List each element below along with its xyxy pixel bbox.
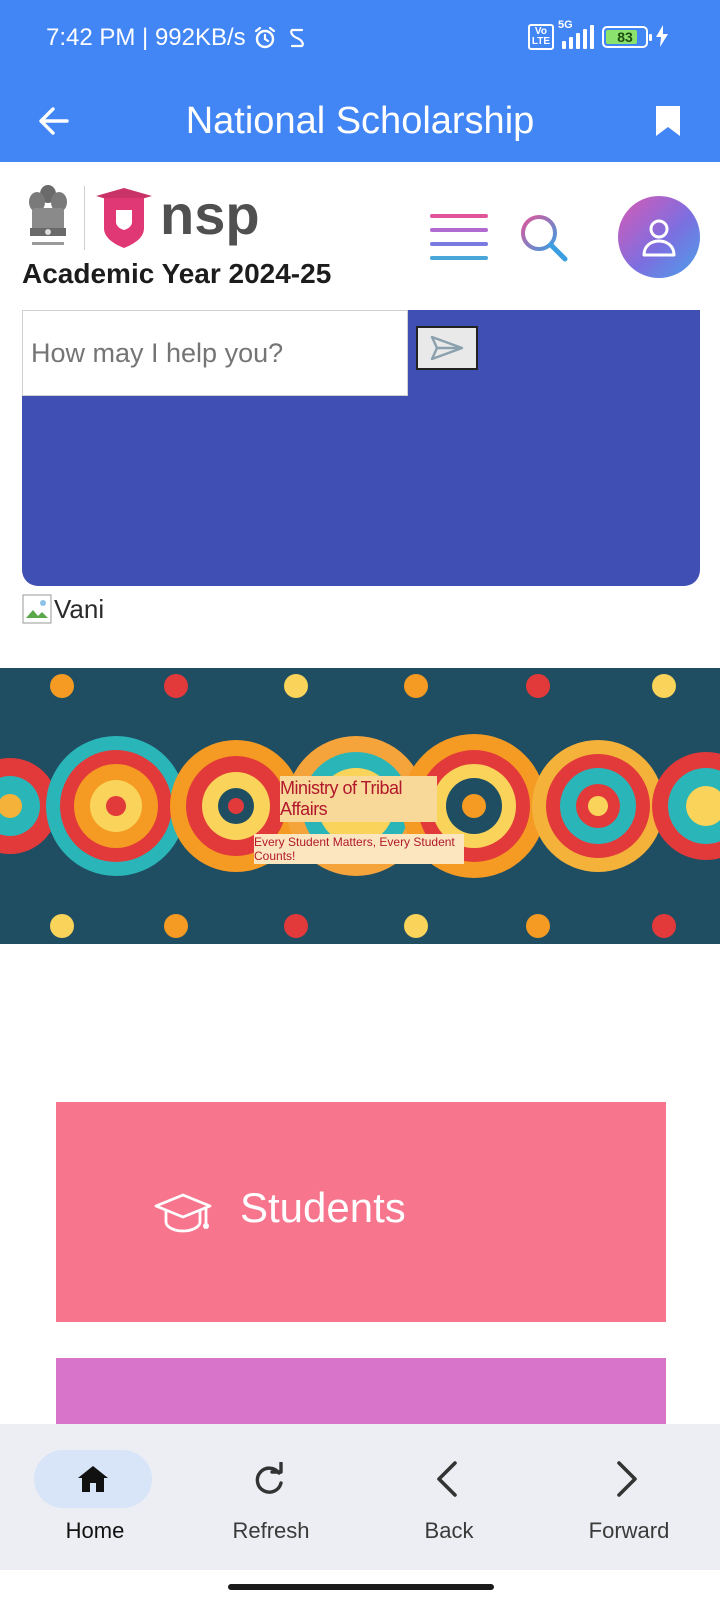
chatbot-panel — [22, 310, 700, 586]
status-time-speed: 7:42 PM | 992KB/s — [46, 24, 246, 51]
charging-icon — [656, 24, 668, 50]
app-bar: National Scholarship — [0, 80, 720, 162]
nav-home-indicator — [34, 1450, 152, 1508]
send-button[interactable] — [416, 326, 478, 370]
battery-icon: 83 — [602, 26, 652, 48]
chevron-left-icon — [437, 1461, 457, 1497]
students-card[interactable]: Students — [56, 1102, 666, 1322]
volte-icon: Vo LTE — [527, 24, 554, 50]
nsp-logo[interactable]: nsp — [96, 183, 264, 250]
nav-home-label: Home — [65, 1518, 125, 1543]
banner-title: Ministry of Tribal Affairs — [280, 776, 437, 822]
nav-forward[interactable]: Forward — [554, 1450, 704, 1550]
nav-forward-label: Forward — [588, 1518, 670, 1543]
national-emblem-icon — [24, 180, 72, 252]
vani-image-alt: Vani — [54, 593, 105, 624]
hamburger-menu-icon — [430, 214, 488, 260]
bookmark-icon — [656, 106, 680, 136]
chevron-right-icon — [617, 1461, 637, 1497]
nav-back-pill — [388, 1450, 506, 1508]
logo-text: nsp — [160, 184, 260, 246]
academic-year: Academic Year 2024-25 — [22, 258, 332, 289]
nav-back[interactable]: Back — [374, 1450, 524, 1550]
status-bar: 7:42 PM | 992KB/s Vo LTE 5G 83 — [0, 0, 720, 80]
site-header: nsp Academic Year 2024-25 — [0, 162, 720, 310]
profile-button[interactable] — [618, 196, 700, 278]
user-icon — [642, 219, 676, 257]
bookmark-button[interactable] — [644, 97, 692, 145]
signal-icon: 5G — [558, 19, 594, 49]
search-button[interactable] — [518, 212, 570, 264]
chat-input[interactable] — [22, 310, 408, 396]
sync-icon — [284, 25, 310, 51]
broken-image-icon — [22, 594, 52, 624]
students-label: Students — [240, 1184, 406, 1231]
nav-refresh-label: Refresh — [232, 1518, 310, 1543]
vani-image: Vani — [22, 592, 104, 626]
next-role-card[interactable] — [56, 1358, 666, 1424]
nav-home[interactable]: Home — [20, 1450, 170, 1550]
status-left: 7:42 PM | 992KB/s — [46, 24, 310, 52]
banner-tagline: Every Student Matters, Every Student Cou… — [254, 834, 464, 864]
alarm-icon — [252, 25, 278, 51]
home-icon — [78, 1466, 108, 1492]
graduation-cap-icon — [154, 1193, 212, 1233]
refresh-icon — [255, 1462, 283, 1494]
header-divider — [84, 186, 85, 250]
ministry-banner[interactable]: Ministry of Tribal Affairs Every Student… — [0, 668, 720, 944]
menu-button[interactable] — [428, 210, 490, 262]
nav-refresh-pill — [210, 1450, 328, 1508]
gesture-handle[interactable] — [228, 1584, 494, 1590]
network-type: 5G — [558, 19, 573, 31]
nav-forward-pill — [568, 1450, 686, 1508]
send-icon — [430, 335, 464, 361]
search-icon — [521, 215, 568, 262]
nav-refresh[interactable]: Refresh — [196, 1450, 346, 1550]
bottom-nav: Home Refresh Back Forward — [0, 1424, 720, 1570]
battery-percent: 83 — [617, 29, 633, 45]
nav-back-label: Back — [424, 1518, 474, 1543]
app-title: National Scholarship — [185, 100, 535, 142]
status-right: Vo LTE 5G 83 — [527, 19, 668, 50]
